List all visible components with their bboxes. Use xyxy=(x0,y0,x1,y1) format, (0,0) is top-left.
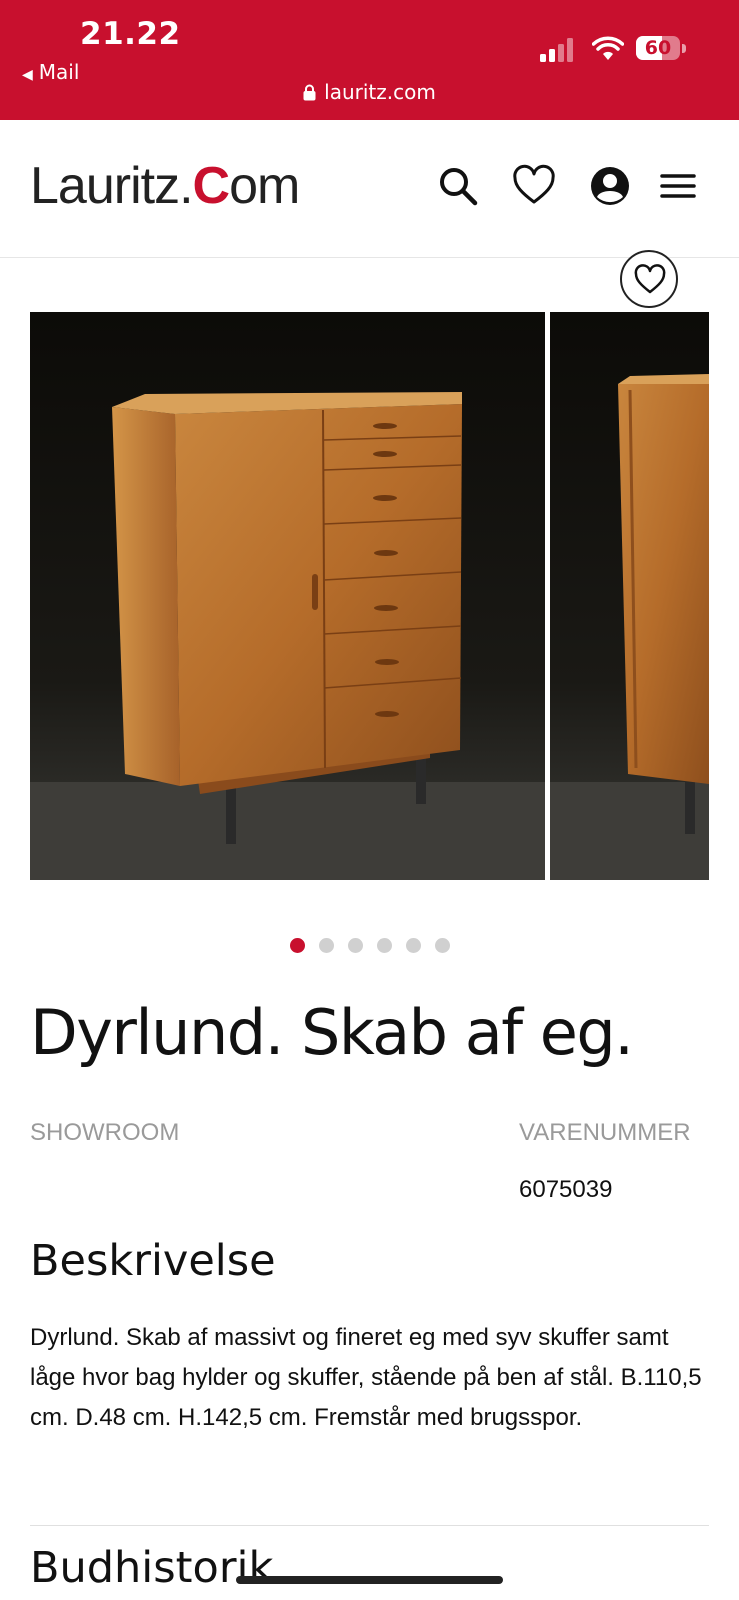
logo-text-right: om xyxy=(229,157,300,215)
carousel-dot[interactable] xyxy=(434,938,450,953)
bid-history-heading[interactable]: Budhistorik xyxy=(30,1543,273,1593)
logo-text-left: Lauritz. xyxy=(30,157,194,215)
product-image-next xyxy=(550,312,709,880)
home-indicator[interactable] xyxy=(236,1576,503,1584)
status-bar: 21.22 ◀ Mail 60 lauritz.com xyxy=(0,0,739,120)
item-number-value: 6075039 xyxy=(519,1176,613,1203)
carousel-dot[interactable] xyxy=(347,938,363,953)
lauritz-logo[interactable]: Lauritz.Com xyxy=(30,156,300,216)
cellular-signal-icon xyxy=(540,38,573,62)
site-header: Lauritz.Com xyxy=(0,120,739,258)
battery-icon: 60 xyxy=(636,36,688,62)
address-url: lauritz.com xyxy=(324,80,436,104)
description-text: Dyrlund. Skab af massivt og fineret eg m… xyxy=(30,1324,702,1431)
logo-text-c: C xyxy=(192,157,231,215)
description-heading: Beskrivelse xyxy=(30,1236,276,1286)
status-time: 21.22 xyxy=(80,16,181,52)
wifi-icon xyxy=(592,36,624,60)
lock-icon xyxy=(303,84,316,101)
heart-icon[interactable] xyxy=(512,164,556,208)
carousel-dot[interactable] xyxy=(318,938,334,953)
user-icon[interactable] xyxy=(588,164,632,208)
battery-level: 60 xyxy=(644,37,672,59)
product-image-main xyxy=(30,312,545,880)
search-icon[interactable] xyxy=(436,164,480,208)
product-images xyxy=(30,312,709,880)
carousel-dot[interactable] xyxy=(405,938,421,953)
item-number-label: VARENUMMER xyxy=(519,1119,691,1146)
section-divider xyxy=(30,1525,709,1526)
product-image-carousel[interactable] xyxy=(30,312,709,880)
address-bar[interactable]: lauritz.com xyxy=(0,80,739,104)
carousel-dot[interactable] xyxy=(376,938,392,953)
product-title: Dyrlund. Skab af eg. xyxy=(30,996,634,1069)
menu-icon[interactable] xyxy=(656,164,700,208)
carousel-indicator xyxy=(0,938,739,958)
carousel-dot[interactable] xyxy=(289,938,305,953)
favorite-button[interactable] xyxy=(620,250,678,308)
heart-outline-icon xyxy=(634,264,666,294)
showroom-label: SHOWROOM xyxy=(30,1119,180,1146)
